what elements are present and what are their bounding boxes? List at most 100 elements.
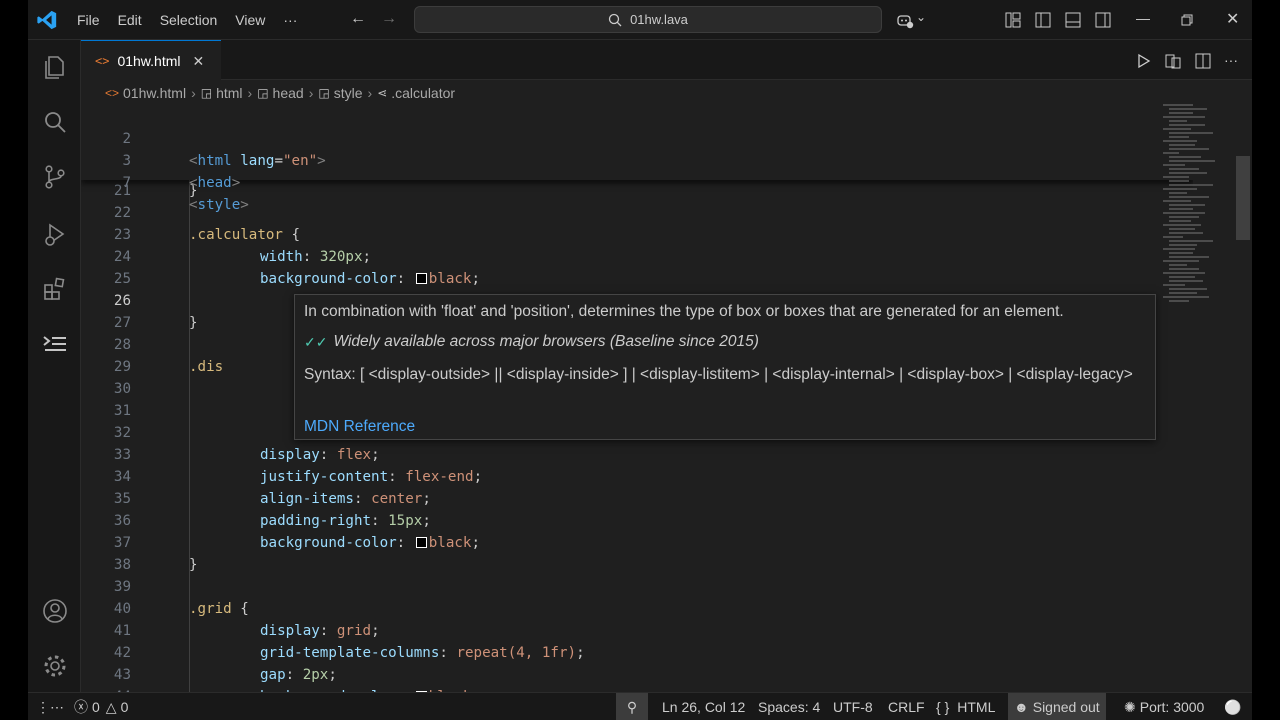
minimap-line — [1169, 208, 1193, 210]
menu-view[interactable]: View — [226, 12, 274, 28]
customize-layout-icon[interactable] — [1004, 11, 1022, 29]
restore-icon[interactable] — [1178, 11, 1196, 29]
code-text: } — [189, 557, 198, 573]
menu-edit[interactable]: Edit — [109, 12, 151, 28]
code-line[interactable]: 35 align-items: center; — [81, 488, 1193, 510]
breadcrumb-head[interactable]: head — [273, 85, 304, 101]
code-line[interactable]: 34 justify-content: flex-end; — [81, 466, 1193, 488]
menu-more[interactable]: ··· — [274, 12, 306, 28]
line-number: 37 — [113, 535, 131, 551]
language-mode[interactable]: { } HTML — [936, 693, 995, 720]
code-text: display: grid; — [260, 623, 380, 639]
line-number: 35 — [113, 491, 131, 507]
breadcrumb-selector[interactable]: .calculator — [391, 85, 455, 101]
minimap-line — [1169, 180, 1189, 182]
split-editor-icon[interactable] — [1194, 52, 1212, 70]
chevron-right-icon: › — [191, 85, 196, 101]
close-tab-icon[interactable]: ✕ — [193, 53, 205, 70]
vertical-scrollbar-thumb[interactable] — [1236, 156, 1250, 240]
minimap-line — [1169, 280, 1203, 282]
chevron-down-icon[interactable]: ⌄ — [916, 10, 926, 24]
outline-list-icon[interactable] — [41, 330, 69, 358]
code-line[interactable]: 43 gap: 2px; — [81, 664, 1193, 686]
minimap-line — [1163, 188, 1197, 190]
toggle-sidebar-icon[interactable] — [1034, 11, 1052, 29]
more-actions-icon[interactable]: ··· — [1224, 52, 1238, 70]
toggle-panel-icon[interactable] — [1064, 11, 1082, 29]
code-line[interactable]: 24 width: 320px; — [81, 246, 1193, 268]
sticky-line[interactable]: 3 <head> — [81, 128, 1193, 191]
braces-icon: { } — [936, 699, 950, 715]
encoding[interactable]: UTF-8 — [833, 693, 873, 720]
code-line[interactable]: 38} — [81, 554, 1193, 576]
line-ending[interactable]: CRLF — [888, 693, 925, 720]
code-line[interactable]: 33 display: flex; — [81, 444, 1193, 466]
sticky-line[interactable]: 7 <style> — [81, 150, 1193, 213]
cursor-position[interactable]: Ln 26, Col 12 — [662, 693, 745, 720]
color-swatch[interactable] — [415, 537, 427, 548]
close-window-icon[interactable]: ✕ — [1226, 9, 1239, 29]
minimap[interactable] — [1163, 104, 1223, 324]
menu-file[interactable]: File — [68, 12, 109, 28]
color-swatch[interactable] — [415, 273, 427, 284]
minimize-icon[interactable]: — — [1136, 10, 1150, 26]
tab-01hw-html[interactable]: <> 01hw.html ✕ — [81, 40, 221, 81]
line-number: 36 — [113, 513, 131, 529]
code-line[interactable]: 25 background-color: black; — [81, 268, 1193, 290]
code-line[interactable]: 23 .calculator { — [81, 224, 1193, 246]
breadcrumb-file[interactable]: 01hw.html — [123, 85, 186, 101]
minimap-line — [1163, 116, 1205, 118]
indentation[interactable]: Spaces: 4 — [758, 693, 820, 720]
line-number: 38 — [113, 557, 131, 573]
bell-icon[interactable]: ⚪ — [1224, 693, 1241, 720]
minimap-line — [1169, 196, 1209, 198]
breadcrumb-html[interactable]: html — [216, 85, 242, 101]
settings-gear-icon[interactable] — [41, 652, 69, 680]
toggle-secondary-sidebar-icon[interactable] — [1094, 11, 1112, 29]
minimap-line — [1163, 236, 1183, 238]
editor-tab-bar: <> 01hw.html ✕ ··· — [81, 40, 1252, 81]
line-number: 25 — [113, 271, 131, 287]
minimap-line — [1169, 168, 1199, 170]
explorer-icon[interactable] — [41, 53, 69, 81]
source-control-icon[interactable] — [41, 163, 69, 191]
problems-indicator[interactable]: ⓧ 0 △ 0 — [74, 693, 128, 720]
code-line[interactable]: 40 .grid { — [81, 598, 1193, 620]
code-line[interactable]: 42 grid-template-columns: repeat(4, 1fr); — [81, 642, 1193, 664]
copilot-icon[interactable] — [896, 11, 914, 29]
hover-tooltip: In combination with 'float' and 'positio… — [294, 294, 1156, 440]
minimap-line — [1163, 272, 1205, 274]
remote-icon[interactable]: ⋮⋯ — [36, 693, 64, 720]
minimap-line — [1163, 260, 1199, 262]
hover-syntax: Syntax: [ <display-outside> || <display-… — [304, 366, 1133, 383]
vscode-window: File Edit Selection View ··· ← → 01hw.la… — [28, 0, 1252, 720]
mdn-reference-link[interactable]: MDN Reference — [304, 418, 415, 436]
account-icon[interactable] — [41, 597, 69, 625]
run-icon[interactable] — [1134, 52, 1152, 70]
run-debug-icon[interactable] — [41, 220, 69, 248]
error-count: 0 — [92, 699, 100, 715]
code-line[interactable]: 37 background-color: black; — [81, 532, 1193, 554]
code-text: align-items: center; — [260, 491, 431, 507]
zoom-icon[interactable]: ⚲ — [616, 693, 648, 720]
open-changes-icon[interactable] — [1164, 52, 1182, 70]
warning-icon: △ — [105, 698, 117, 715]
back-arrow-icon[interactable]: ← — [350, 10, 366, 28]
search-view-icon[interactable] — [41, 108, 69, 136]
command-center-search[interactable]: 01hw.lava — [414, 6, 882, 33]
html-file-icon: <> — [95, 54, 110, 68]
sticky-line[interactable]: 2 <html lang="en"> — [81, 106, 1193, 169]
forward-arrow-icon[interactable]: → — [381, 10, 397, 28]
code-line[interactable]: 39 — [81, 576, 1193, 598]
sticky-scroll[interactable]: 2 <html lang="en"> 3 <head> 7 <style> — [81, 104, 1193, 213]
double-check-icon: ✓✓ — [304, 333, 328, 350]
live-server-port[interactable]: ✺ Port: 3000 — [1124, 693, 1204, 720]
code-line[interactable]: 36 padding-right: 15px; — [81, 510, 1193, 532]
breadcrumb-style[interactable]: style — [334, 85, 363, 101]
extensions-icon[interactable] — [41, 275, 69, 303]
account-status[interactable]: ☻ Signed out — [1008, 693, 1106, 720]
code-line[interactable]: 41 display: grid; — [81, 620, 1193, 642]
menu-selection[interactable]: Selection — [151, 12, 227, 28]
minimap-line — [1163, 224, 1201, 226]
error-icon: ⓧ — [74, 699, 88, 715]
